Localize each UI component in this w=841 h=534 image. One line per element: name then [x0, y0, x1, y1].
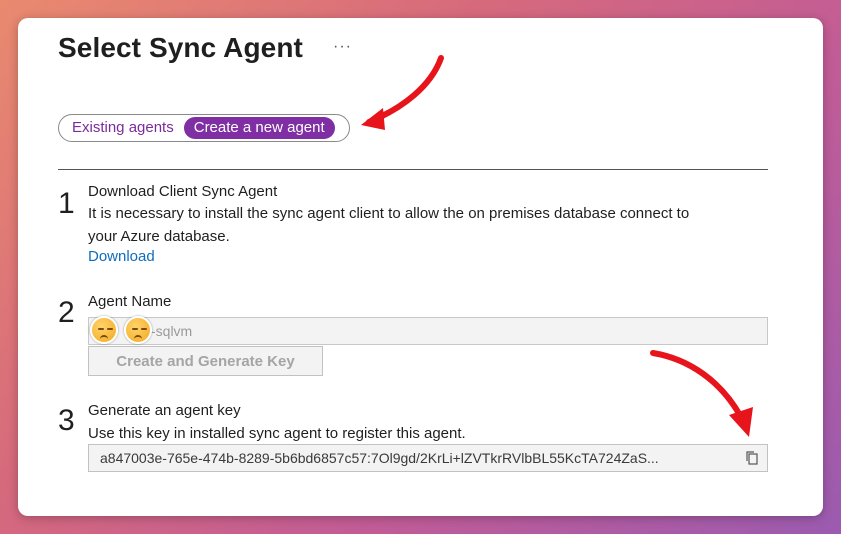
step-3-title: Generate an agent key — [88, 402, 241, 419]
redaction-emoji-icon — [124, 316, 152, 344]
step-3-description: Use this key in installed sync agent to … — [88, 425, 466, 442]
agent-name-input[interactable]: -sqlvm — [88, 317, 768, 345]
step-1-description-line-1: It is necessary to install the sync agen… — [88, 205, 690, 222]
copy-icon[interactable] — [745, 450, 759, 466]
step-1-description-line-2: your Azure database. — [88, 228, 230, 245]
more-options-icon[interactable]: ··· — [333, 38, 352, 56]
step-2-title: Agent Name — [88, 293, 172, 310]
download-link[interactable]: Download — [88, 248, 155, 265]
agent-mode-toggle: Existing agents Create a new agent — [58, 114, 350, 142]
redaction-emoji-icon — [90, 316, 118, 344]
step-number-1: 1 — [58, 187, 75, 220]
step-number-2: 2 — [58, 296, 75, 329]
existing-agents-option[interactable]: Existing agents — [62, 117, 184, 139]
agent-key-field[interactable]: a847003e-765e-474b-8289-5b6bd6857c57:7Ol… — [88, 444, 768, 472]
create-and-generate-key-button[interactable]: Create and Generate Key — [88, 346, 323, 376]
page-title: Select Sync Agent — [58, 32, 303, 63]
step-number-3: 3 — [58, 404, 75, 437]
section-divider — [58, 169, 768, 170]
create-new-agent-option[interactable]: Create a new agent — [183, 117, 335, 139]
step-1-description: It is necessary to install the sync agen… — [88, 202, 748, 248]
step-1-title: Download Client Sync Agent — [88, 183, 278, 200]
